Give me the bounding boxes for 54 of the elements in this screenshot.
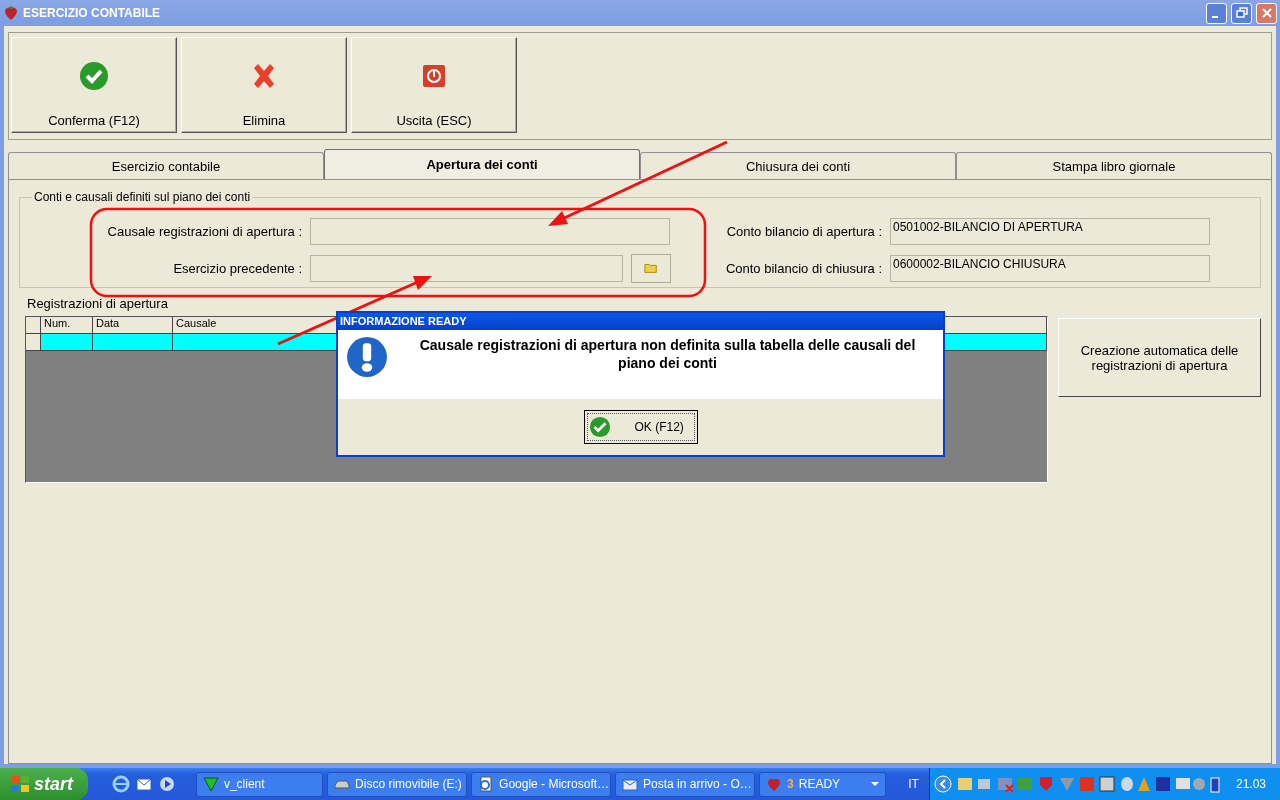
grid-title: Registrazioni di apertura bbox=[26, 296, 169, 311]
tab[interactable]: Apertura dei conti bbox=[324, 149, 640, 179]
folder-icon bbox=[644, 261, 658, 275]
media-player-icon[interactable] bbox=[157, 775, 176, 793]
input-field[interactable] bbox=[310, 217, 670, 245]
tab[interactable]: Esercizio contabile bbox=[8, 152, 324, 179]
dialog-title: INFORMAZIONE READY bbox=[338, 313, 943, 330]
field-label: Causale registrazioni di apertura : bbox=[106, 223, 302, 239]
taskbar-button[interactable]: Posta in arrivo - O… bbox=[615, 771, 756, 797]
field-label: Conto bilancio di chiusura : bbox=[724, 260, 882, 276]
taskbar-button[interactable]: v_client bbox=[195, 771, 324, 797]
check-icon bbox=[588, 416, 611, 438]
close-icon bbox=[1260, 7, 1273, 19]
browser-icon[interactable] bbox=[111, 775, 130, 793]
restore-button[interactable] bbox=[1231, 2, 1252, 24]
windows-flag-icon bbox=[10, 774, 30, 794]
group-count: 3 bbox=[787, 777, 794, 791]
clock: 21.03 bbox=[1235, 777, 1266, 791]
exclamation-icon bbox=[346, 336, 388, 378]
minimize-button[interactable] bbox=[1206, 2, 1227, 24]
triangle-icon bbox=[202, 776, 219, 792]
taskbar-button[interactable]: Google - Microsoft… bbox=[471, 771, 612, 797]
tray-icons-drawing[interactable] bbox=[955, 775, 1206, 793]
ok-button[interactable]: OK (F12) bbox=[583, 410, 698, 444]
tab[interactable]: Stampa libro giornale bbox=[956, 152, 1272, 179]
taskbar-button[interactable]: 3 READY bbox=[759, 771, 887, 797]
group-title: Conti e causali definiti sul piano dei conti bbox=[33, 190, 252, 204]
email-icon[interactable] bbox=[134, 775, 153, 793]
input-field[interactable]: 0501002-BILANCIO DI APERTURA bbox=[890, 217, 1210, 245]
input-field[interactable]: 0600002-BILANCIO CHIUSURA bbox=[890, 254, 1210, 282]
taskbar-button[interactable]: Disco rimovibile (E:) bbox=[327, 771, 468, 797]
mail-icon bbox=[622, 776, 639, 792]
dropdown-caret-icon bbox=[871, 782, 880, 786]
input-field[interactable] bbox=[310, 254, 623, 282]
dialog-message: Causale registrazioni di apertura non definita sulla tabella delle causali del piano dei conti bbox=[418, 336, 917, 373]
field-label: Conto bilancio di apertura : bbox=[725, 223, 882, 239]
field-label: Esercizio precedente : bbox=[172, 260, 302, 276]
column-header[interactable]: Num. bbox=[41, 317, 93, 333]
browse-button[interactable] bbox=[631, 253, 671, 283]
tab[interactable]: Chiusura dei conti bbox=[640, 152, 956, 179]
battery-icon[interactable] bbox=[1209, 775, 1220, 793]
document-icon bbox=[478, 776, 495, 792]
toolbar-button[interactable]: Conferma (F12) bbox=[11, 37, 177, 133]
minimize-icon bbox=[1212, 16, 1218, 18]
close-button[interactable] bbox=[1256, 2, 1277, 24]
chevron-icon[interactable] bbox=[933, 775, 952, 793]
language-indicator[interactable]: IT bbox=[894, 777, 925, 791]
toolbar-button[interactable]: Uscita (ESC) bbox=[351, 37, 517, 133]
window-title: ESERCIZIO CONTABILE bbox=[23, 6, 161, 20]
restore-icon bbox=[1235, 7, 1248, 19]
check-icon bbox=[78, 60, 110, 92]
auto-create-button[interactable]: Creazione automatica delle registrazioni di apertura bbox=[1058, 318, 1261, 397]
toolbar-button[interactable]: Elimina bbox=[181, 37, 347, 133]
column-header[interactable]: Data bbox=[93, 317, 173, 333]
